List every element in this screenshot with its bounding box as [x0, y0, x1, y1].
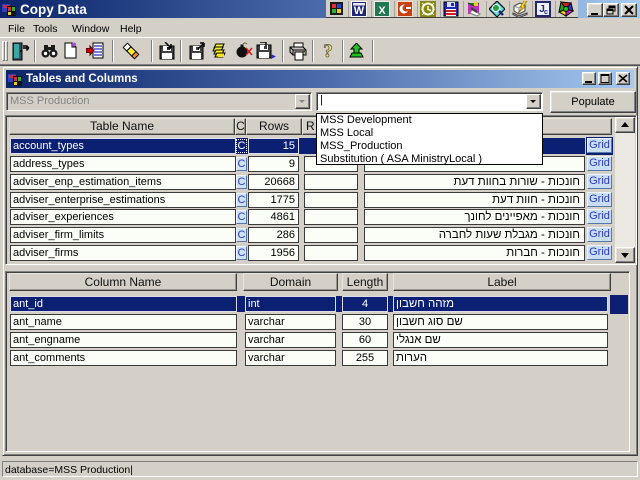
svg-text:X: X: [378, 5, 386, 17]
svg-text:W: W: [354, 5, 365, 17]
svg-text:?: ?: [323, 41, 333, 61]
svg-text:c: c: [544, 9, 548, 16]
